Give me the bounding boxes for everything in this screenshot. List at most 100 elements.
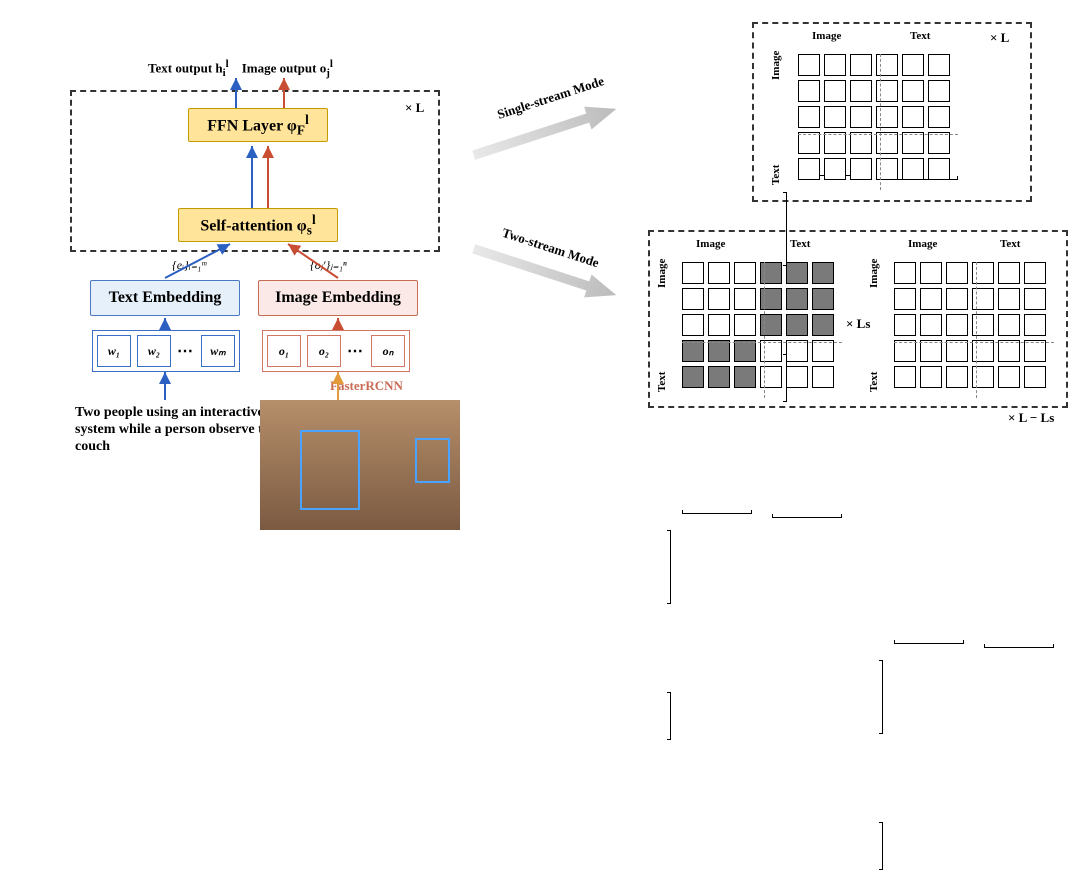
- attn-cell: [920, 314, 942, 336]
- attn-cell: [812, 314, 834, 336]
- attn-cell: [734, 288, 756, 310]
- text-seq-notation: {eᵢ}ᵢ₌₁ᵐ: [172, 258, 206, 273]
- attn-cell: [824, 106, 846, 128]
- ts2-col-text: Text: [1000, 238, 1020, 250]
- detector-label: FasterRCNN: [330, 378, 403, 394]
- attn-cell: [824, 80, 846, 102]
- attn-cell: [928, 158, 950, 180]
- attn-cell: [894, 366, 916, 388]
- attn-cell: [850, 158, 872, 180]
- ts1-row-text: Text: [656, 372, 668, 392]
- attn-cell: [824, 132, 846, 154]
- attn-cell: [824, 54, 846, 76]
- image-token: o₁: [267, 335, 301, 367]
- divider-icon: [764, 262, 765, 398]
- brace-icon: [670, 530, 674, 604]
- divider-icon: [894, 342, 1054, 343]
- text-output-label: Text output hil Image output ojl: [148, 58, 333, 79]
- attn-cell: [920, 340, 942, 362]
- image-token-row: o₁o₂ ⋯ oₙ: [262, 330, 410, 372]
- ffn-layer-block: FFN Layer φFl: [188, 108, 328, 142]
- attn-cell: [1024, 314, 1046, 336]
- attn-cell: [824, 158, 846, 180]
- divider-icon: [976, 262, 977, 398]
- attn-cell: [708, 314, 730, 336]
- attn-cell: [708, 262, 730, 284]
- image-token: o₂: [307, 335, 341, 367]
- attn-cell: [734, 340, 756, 362]
- attn-cell: [812, 340, 834, 362]
- brace-icon: [670, 692, 674, 740]
- attn-cell: [928, 106, 950, 128]
- attn-cell: [734, 262, 756, 284]
- image-token: oₙ: [371, 335, 405, 367]
- times-L-minus-Ls: × L − Ls: [1008, 410, 1054, 426]
- attn-cell: [812, 288, 834, 310]
- brace-icon: [882, 660, 886, 734]
- attn-cell: [734, 366, 756, 388]
- attn-cell: [798, 80, 820, 102]
- ts2-row-text: Text: [868, 372, 880, 392]
- attn-cell: [902, 106, 924, 128]
- ss-row-text: Text: [770, 165, 782, 185]
- image-seq-notation: {oⱼ′}ⱼ₌₁ⁿ: [310, 258, 347, 273]
- attn-cell: [902, 158, 924, 180]
- attn-cell: [946, 340, 968, 362]
- ts1-col-image: Image: [696, 238, 725, 250]
- attn-cell: [928, 80, 950, 102]
- attn-cell: [812, 262, 834, 284]
- attn-cell: [682, 340, 704, 362]
- attn-cell: [920, 262, 942, 284]
- text-token: wₘ: [201, 335, 235, 367]
- brace-icon: [894, 643, 964, 647]
- ss-row-image: Image: [770, 51, 782, 80]
- ts2-col-image: Image: [908, 238, 937, 250]
- attn-cell: [894, 340, 916, 362]
- ss-col-image: Image: [812, 30, 841, 42]
- attn-cell: [998, 288, 1020, 310]
- attn-cell: [786, 366, 808, 388]
- times-Ls: × Ls: [846, 316, 870, 332]
- attn-cell: [928, 132, 950, 154]
- two-stream-matrix-full: [894, 262, 1046, 388]
- attn-cell: [682, 288, 704, 310]
- text-token: w₁: [97, 335, 131, 367]
- ts1-col-text: Text: [790, 238, 810, 250]
- attn-cell: [920, 366, 942, 388]
- brace-icon: [772, 517, 842, 521]
- attn-cell: [946, 288, 968, 310]
- single-stream-times-L: × L: [990, 30, 1009, 46]
- attn-cell: [682, 262, 704, 284]
- attn-cell: [946, 314, 968, 336]
- attn-cell: [786, 314, 808, 336]
- brace-icon: [682, 513, 752, 517]
- attn-cell: [798, 158, 820, 180]
- attn-cell: [798, 132, 820, 154]
- attn-cell: [902, 80, 924, 102]
- attn-cell: [1024, 340, 1046, 362]
- divider-icon: [880, 54, 881, 190]
- attn-cell: [1024, 288, 1046, 310]
- attn-cell: [850, 106, 872, 128]
- attn-cell: [786, 340, 808, 362]
- attn-cell: [998, 314, 1020, 336]
- example-photo: [260, 400, 460, 530]
- times-L-left: × L: [405, 100, 424, 116]
- attn-cell: [850, 80, 872, 102]
- attn-cell: [902, 54, 924, 76]
- brace-icon: [882, 822, 886, 870]
- text-embedding-block: Text Embedding: [90, 280, 240, 316]
- attn-cell: [798, 54, 820, 76]
- attn-cell: [708, 288, 730, 310]
- ellipsis-icon: ⋯: [177, 341, 195, 361]
- attn-cell: [786, 262, 808, 284]
- attn-cell: [894, 288, 916, 310]
- single-stream-attention-matrix: [798, 54, 950, 180]
- attn-cell: [920, 288, 942, 310]
- attn-cell: [998, 366, 1020, 388]
- attn-cell: [1024, 366, 1046, 388]
- attn-cell: [682, 314, 704, 336]
- attn-cell: [902, 132, 924, 154]
- ellipsis-icon: ⋯: [347, 341, 365, 361]
- attn-cell: [946, 366, 968, 388]
